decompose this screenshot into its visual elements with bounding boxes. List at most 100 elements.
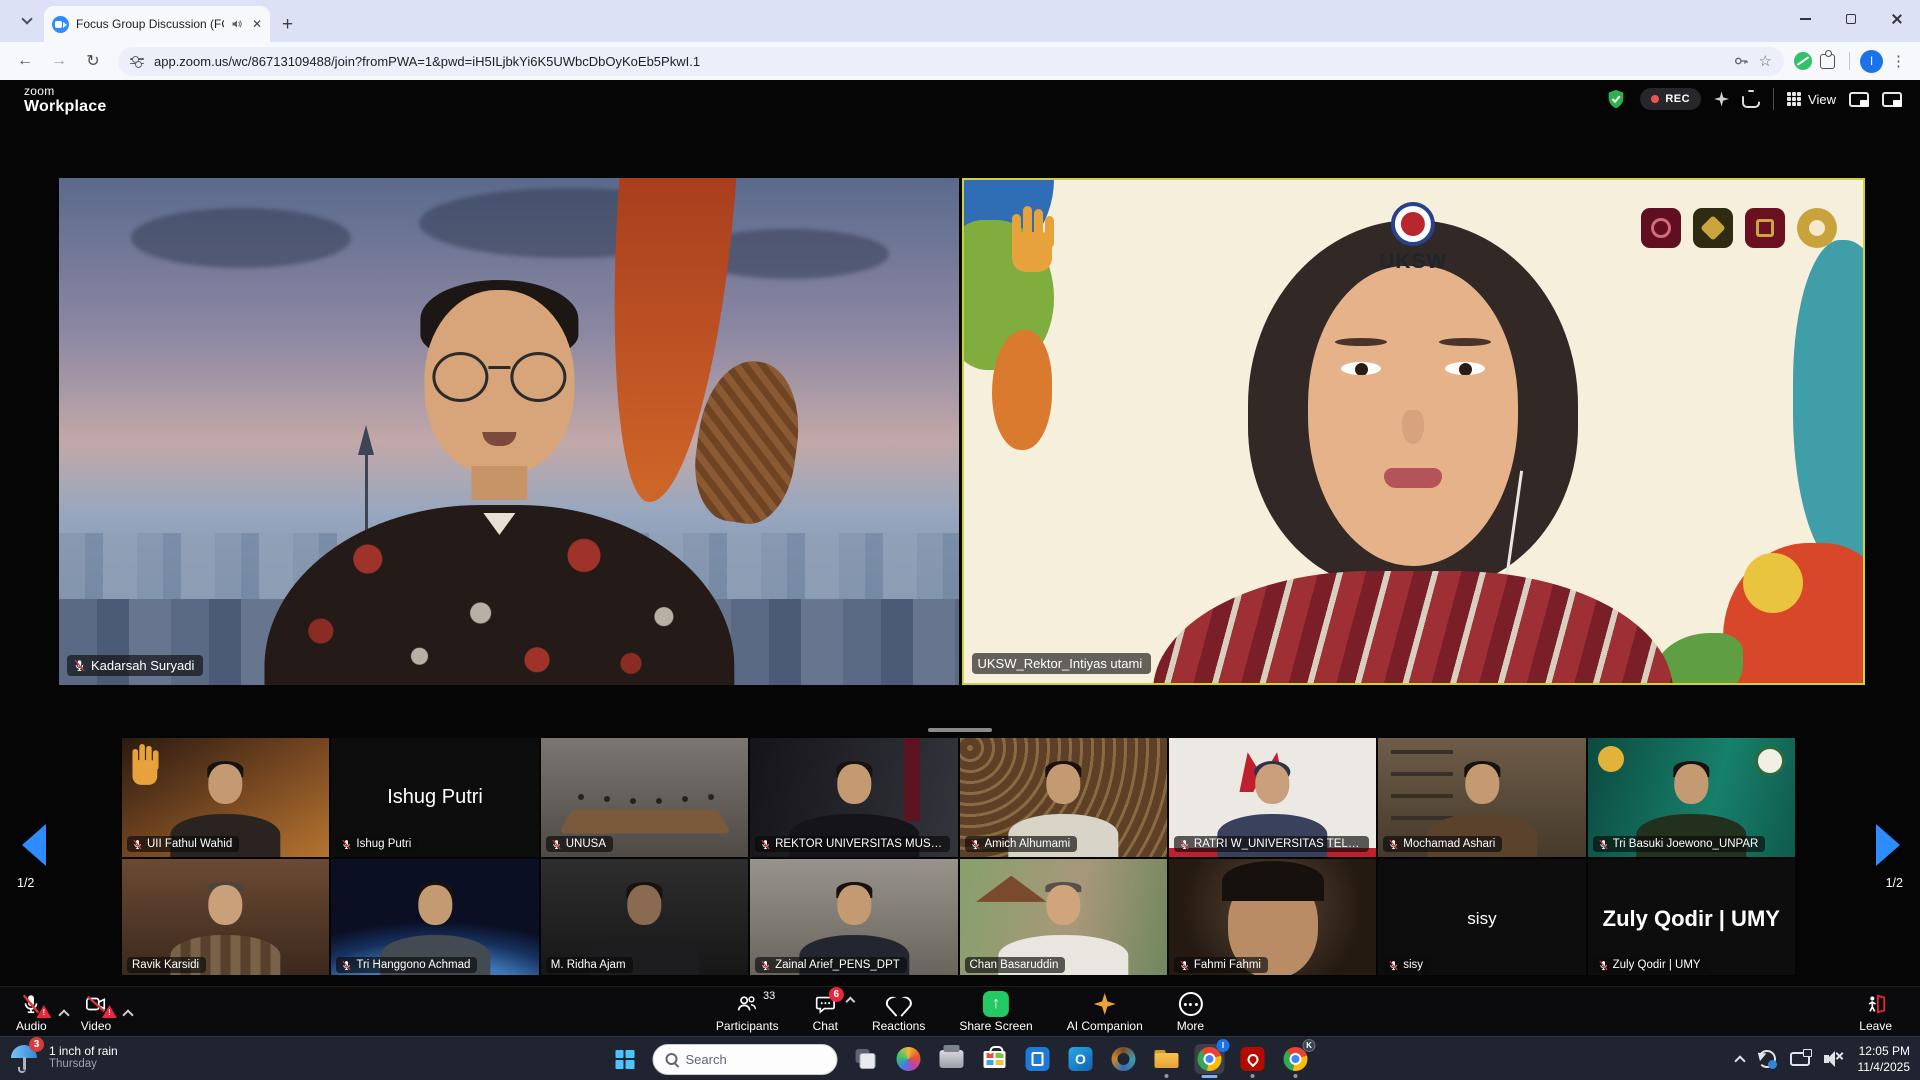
chevron-down-icon [21, 13, 32, 24]
video-options-chevron[interactable] [117, 987, 139, 1037]
participant-tile[interactable]: RATRI W_UNIVERSITAS TELKOM [1169, 738, 1376, 857]
chrome-icon [1284, 1047, 1308, 1071]
acrobat-icon [1241, 1047, 1265, 1071]
ai-companion-icon [1094, 993, 1116, 1015]
acrobat-button[interactable] [1238, 1044, 1268, 1074]
participant-name-label: Amich Alhumami [965, 836, 1078, 852]
participant-name-label: Tri Basuki Joewono_UNPAR [1593, 836, 1766, 852]
participant-tile[interactable]: Chan Basaruddin [960, 859, 1167, 975]
copilot-icon [897, 1047, 921, 1071]
weather-headline: 1 inch of rain [49, 1044, 118, 1058]
file-explorer-button[interactable] [1152, 1044, 1182, 1074]
profile-avatar[interactable]: I [1860, 50, 1883, 73]
next-page-arrow[interactable] [1876, 824, 1900, 866]
url-bar[interactable]: app.zoom.us/wc/86713109488/join?fromPWA=… [118, 47, 1784, 76]
bookmark-star-icon[interactable]: ☆ [1759, 52, 1772, 70]
reactions-button[interactable]: Reactions [870, 987, 927, 1037]
participant-tile[interactable]: REKTOR UNIVERSITAS MUSLIM ... [750, 738, 957, 857]
previous-page-arrow[interactable] [22, 824, 46, 866]
weather-subtext: Thursday [49, 1058, 118, 1070]
date: 11/4/2025 [1858, 1059, 1911, 1075]
back-button[interactable]: ← [10, 46, 40, 76]
fullscreen-icon[interactable] [1742, 90, 1760, 108]
ai-sparkle-icon[interactable] [1714, 92, 1729, 107]
new-tab-button[interactable]: + [282, 14, 293, 36]
site-info-icon[interactable] [130, 58, 144, 64]
maximize-icon [1846, 14, 1856, 24]
window-minimize-button[interactable] [1782, 0, 1828, 38]
chevron-up-icon [845, 997, 855, 1007]
taskbar-search[interactable]: Search [653, 1044, 838, 1075]
participant-tile[interactable]: sisy sisy [1378, 859, 1585, 975]
minimize-window-icon[interactable] [1882, 92, 1902, 107]
browser-tab[interactable]: Focus Group Discussion (FG ✕ [44, 6, 270, 42]
tab-close-button[interactable]: ✕ [252, 18, 262, 30]
chevron-up-icon [58, 1009, 69, 1020]
store-bag-icon [984, 1051, 1006, 1068]
audio-button[interactable]: ! Audio [14, 987, 49, 1037]
close-icon [1891, 13, 1903, 25]
hand-illustration [1008, 206, 1060, 280]
browser-toolbar: ← → ↻ app.zoom.us/wc/86713109488/join?fr… [0, 42, 1920, 80]
participant-tile[interactable]: Zainal Arief_PENS_DPT [750, 859, 957, 975]
view-button[interactable]: View [1787, 92, 1836, 107]
main-video-uksw-rektor[interactable]: UKSW [962, 178, 1866, 685]
participant-tile[interactable]: UII Fathul Wahid [122, 738, 329, 857]
participant-tile[interactable]: Ishug Putri Ishug Putri [331, 738, 538, 857]
filmstrip-resize-handle[interactable] [928, 728, 992, 732]
windows-taskbar: 3 1 inch of rain Thursday Search O [0, 1036, 1920, 1080]
share-screen-button[interactable]: ↑ Share Screen [957, 987, 1034, 1037]
taskbar-clock[interactable]: 12:05 PM 11/4/2025 [1858, 1043, 1911, 1075]
participants-button[interactable]: 33 Participants [714, 987, 781, 1037]
window-close-button[interactable] [1874, 0, 1920, 38]
meeting-security-shield-icon[interactable] [1605, 88, 1627, 110]
participant-tile[interactable]: Tri Basuki Joewono_UNPAR [1588, 738, 1795, 857]
participant-tile[interactable]: M. Ridha Ajam [541, 859, 748, 975]
copilot-button[interactable] [894, 1044, 924, 1074]
outlook-button[interactable]: O [1066, 1044, 1096, 1074]
forward-button[interactable]: → [44, 46, 74, 76]
task-view-button[interactable] [851, 1044, 881, 1074]
main-video-kadarsah[interactable]: Kadarsah Suryadi [59, 178, 959, 685]
badge-icon [1641, 208, 1681, 248]
scanner-app-button[interactable] [937, 1044, 967, 1074]
loop-app-button[interactable] [1109, 1044, 1139, 1074]
participant-tile[interactable]: Amich Alhumami [960, 738, 1167, 857]
extension-green-icon[interactable] [1794, 52, 1812, 70]
uksw-logo: UKSW [1379, 202, 1447, 274]
chrome-secondary-button[interactable]: K [1281, 1044, 1311, 1074]
audio-options-chevron[interactable] [53, 987, 75, 1037]
chat-button[interactable]: 6 Chat [811, 987, 840, 1037]
participant-tile[interactable]: Ravik Karsidi [122, 859, 329, 975]
window-maximize-button[interactable] [1828, 0, 1874, 38]
sync-update-icon[interactable] [1758, 1050, 1776, 1068]
participant-tile[interactable]: Zuly Qodir | UMY Zuly Qodir | UMY [1588, 859, 1795, 975]
participant-tile[interactable]: UNUSA [541, 738, 748, 857]
reload-button[interactable]: ↻ [78, 46, 108, 76]
chrome-active-button[interactable]: I [1195, 1044, 1225, 1074]
device-app-button[interactable] [1023, 1044, 1053, 1074]
picture-in-picture-icon[interactable] [1849, 92, 1869, 107]
network-display-icon[interactable] [1790, 1052, 1810, 1066]
glasses [424, 352, 574, 402]
volume-muted-icon[interactable] [1824, 1051, 1844, 1067]
ai-companion-button[interactable]: AI Companion [1065, 987, 1145, 1037]
video-button[interactable]: ! Video [79, 987, 113, 1037]
participant-tile[interactable]: Tri Hanggono Achmad [331, 859, 538, 975]
tab-search-button[interactable] [14, 11, 40, 31]
weather-widget[interactable]: 3 1 inch of rain Thursday [10, 1041, 118, 1073]
page-indicator: 1/2 [1886, 876, 1903, 890]
password-key-icon[interactable] [1733, 53, 1749, 69]
microsoft-store-button[interactable] [980, 1044, 1010, 1074]
hidden-icons-chevron[interactable] [1734, 1055, 1745, 1066]
mic-muted-icon [341, 960, 352, 971]
more-button[interactable]: More [1175, 987, 1206, 1037]
search-icon [666, 1053, 678, 1065]
start-button[interactable] [610, 1044, 640, 1074]
browser-menu-icon[interactable]: ⋮ [1891, 52, 1906, 70]
participant-tile[interactable]: Mochamad Ashari [1378, 738, 1585, 857]
leave-button[interactable]: Leave [1857, 987, 1894, 1037]
participant-tile[interactable]: Fahmi Fahmi [1169, 859, 1376, 975]
extensions-puzzle-icon[interactable] [1820, 54, 1835, 69]
camera-muted-icon [84, 993, 108, 1015]
